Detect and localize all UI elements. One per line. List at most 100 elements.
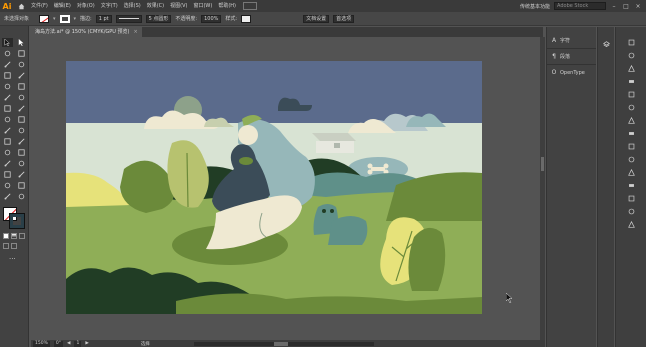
pathfinder-icon[interactable] — [625, 219, 637, 229]
chevron-down-icon[interactable]: ▾ — [74, 16, 77, 22]
draw-normal-button[interactable] — [3, 243, 9, 249]
pen-tool-icon[interactable] — [2, 60, 13, 69]
chevron-down-icon[interactable]: ▾ — [53, 16, 56, 22]
gradient-icon[interactable] — [625, 180, 637, 190]
line-tool-icon[interactable] — [16, 71, 27, 80]
magic-wand-tool-icon[interactable] — [2, 49, 13, 58]
close-tab-icon[interactable]: × — [133, 29, 137, 35]
shaper-tool-icon[interactable] — [2, 93, 13, 102]
menu-type[interactable]: 文字(T) — [98, 0, 121, 12]
selection-tool-icon[interactable] — [2, 38, 13, 47]
paintbrush-tool-icon[interactable] — [16, 82, 27, 91]
stroke-width-field[interactable]: 1 pt — [95, 14, 112, 23]
fill-stroke-widget[interactable] — [3, 207, 25, 229]
variable-width-profile[interactable] — [115, 14, 142, 23]
rotate-field[interactable]: 0° — [53, 340, 63, 347]
transform-icon[interactable] — [625, 206, 637, 216]
menu-view[interactable]: 视图(V) — [167, 0, 190, 12]
artboard-number-field[interactable]: 1 — [74, 340, 82, 347]
horizontal-scrollbar[interactable] — [193, 341, 374, 346]
more-tools-icon[interactable]: ··· — [9, 255, 28, 263]
next-artboard-icon[interactable]: ▶ — [85, 341, 88, 346]
type-tool-icon[interactable] — [2, 71, 13, 80]
shape-builder-tool-icon[interactable] — [16, 126, 27, 135]
opacity-field[interactable]: 100% — [201, 14, 222, 23]
color-mode-button[interactable] — [3, 233, 9, 239]
color-guide-icon[interactable] — [625, 76, 637, 86]
width-tool-icon[interactable] — [16, 115, 27, 124]
curvature-tool-icon[interactable] — [16, 60, 27, 69]
gradient-mode-button[interactable] — [11, 233, 17, 239]
align-icon[interactable] — [625, 193, 637, 203]
none-tool-icon[interactable] — [16, 192, 27, 201]
stock-search-input[interactable]: Adobe Stock — [554, 2, 606, 10]
vertical-scrollbar[interactable] — [540, 37, 545, 340]
gradient-tool-icon[interactable] — [2, 148, 13, 157]
lasso-tool-icon[interactable] — [16, 49, 27, 58]
canvas-area[interactable] — [31, 37, 540, 340]
zoom-field[interactable]: 150% — [33, 340, 50, 347]
menu-window[interactable]: 窗口(W) — [190, 0, 215, 12]
pencil-tool-icon[interactable] — [16, 93, 27, 102]
document-tab[interactable]: 海岛方法.ai* @ 150% (CMYK/GPU 预览) × — [31, 27, 142, 37]
perspective-tool-icon[interactable] — [2, 137, 13, 146]
menu-file[interactable]: 文件(F) — [28, 0, 51, 12]
column-graph-tool-icon[interactable] — [2, 170, 13, 179]
rotate-tool-icon[interactable] — [16, 104, 27, 113]
h-scroll-thumb[interactable] — [273, 341, 288, 346]
minimize-icon[interactable]: – — [610, 3, 618, 10]
scroll-thumb[interactable] — [541, 157, 544, 171]
olive-tree — [408, 227, 446, 291]
control-bar: 未选择对象 ▾ ▾ 描边: 1 pt 5 点圆形 不透明度: 100% 样式: … — [0, 12, 646, 26]
eyedropper-tool-icon[interactable] — [16, 148, 27, 157]
document-setup-button[interactable]: 文档设置 — [303, 14, 330, 23]
zoom-tool-icon[interactable] — [2, 192, 13, 201]
menu-object[interactable]: 对象(O) — [74, 0, 98, 12]
first-artboard-icon[interactable]: ◀ — [67, 341, 70, 346]
panel-divider — [547, 48, 596, 49]
artboard[interactable] — [66, 61, 482, 314]
none-mode-button[interactable] — [19, 233, 25, 239]
menu-effect[interactable]: 效果(C) — [144, 0, 167, 12]
scale-tool-icon[interactable] — [2, 115, 13, 124]
close-icon[interactable]: × — [634, 3, 642, 10]
swatches-icon[interactable] — [625, 89, 637, 99]
mesh-tool-icon[interactable] — [16, 137, 27, 146]
direct-selection-tool-icon[interactable] — [16, 38, 27, 47]
free-transform-tool-icon[interactable] — [2, 126, 13, 135]
artboard-tool-icon[interactable] — [16, 170, 27, 179]
maximize-icon[interactable]: □ — [622, 3, 630, 10]
layers-icon[interactable] — [600, 39, 612, 49]
fill-swatch[interactable] — [39, 14, 50, 23]
menu-select[interactable]: 选择(S) — [121, 0, 144, 12]
color-icon[interactable] — [625, 63, 637, 73]
menu-help[interactable]: 帮助(H) — [215, 0, 239, 12]
graphic-style-swatch[interactable] — [241, 14, 252, 23]
graphic-styles-icon[interactable] — [625, 128, 637, 138]
stroke-icon[interactable] — [625, 167, 637, 177]
appearance-icon[interactable] — [625, 141, 637, 151]
menu-edit[interactable]: 编辑(E) — [51, 0, 74, 12]
home-icon[interactable] — [14, 0, 28, 12]
transparency-icon[interactable] — [625, 154, 637, 164]
hand-tool-icon[interactable] — [16, 181, 27, 190]
character-panel-button[interactable]: A 字符 — [547, 35, 596, 46]
symbols-icon[interactable] — [625, 115, 637, 125]
eraser-tool-icon[interactable] — [2, 104, 13, 113]
stroke-swatch[interactable] — [59, 14, 70, 23]
blend-tool-icon[interactable] — [2, 159, 13, 168]
rectangle-tool-icon[interactable] — [2, 82, 13, 91]
stroke-color-box[interactable] — [9, 213, 25, 229]
properties-icon[interactable] — [625, 37, 637, 47]
paragraph-panel-button[interactable]: ¶ 段落 — [547, 51, 596, 62]
arrange-icon[interactable] — [243, 2, 257, 10]
opentype-panel-button[interactable]: O OpenType — [547, 67, 596, 78]
screen-mode-button[interactable] — [11, 243, 17, 249]
brush-definition[interactable]: 5 点圆形 — [145, 14, 172, 23]
preferences-button[interactable]: 首选项 — [333, 14, 355, 23]
workspace-switcher[interactable]: 传统基本功能 — [520, 3, 550, 10]
brushes-icon[interactable] — [625, 102, 637, 112]
libraries-icon[interactable] — [625, 50, 637, 60]
slice-tool-icon[interactable] — [2, 181, 13, 190]
symbol-sprayer-tool-icon[interactable] — [16, 159, 27, 168]
